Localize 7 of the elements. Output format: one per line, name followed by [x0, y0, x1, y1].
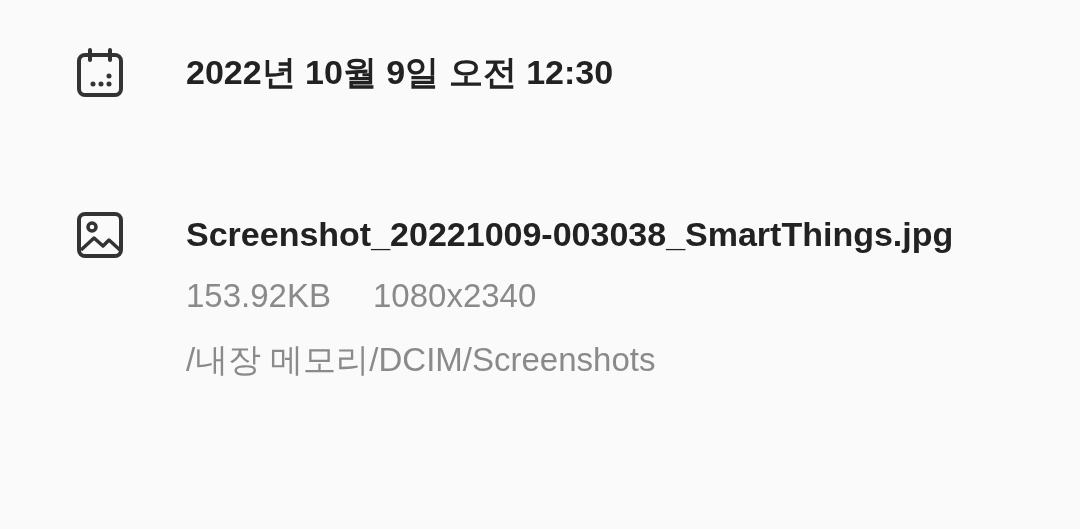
calendar-icon	[76, 48, 124, 98]
date-time: 2022년 10월 9일 오전 12:30	[186, 52, 615, 93]
image-icon	[76, 210, 124, 260]
image-resolution: 1080x2340	[372, 276, 537, 316]
file-size: 153.92KB	[186, 276, 331, 316]
file-path: /내장 메모리/DCIM/Screenshots	[186, 340, 657, 380]
file-name: Screenshot_20221009-003038_SmartThings.jpg	[186, 214, 955, 255]
